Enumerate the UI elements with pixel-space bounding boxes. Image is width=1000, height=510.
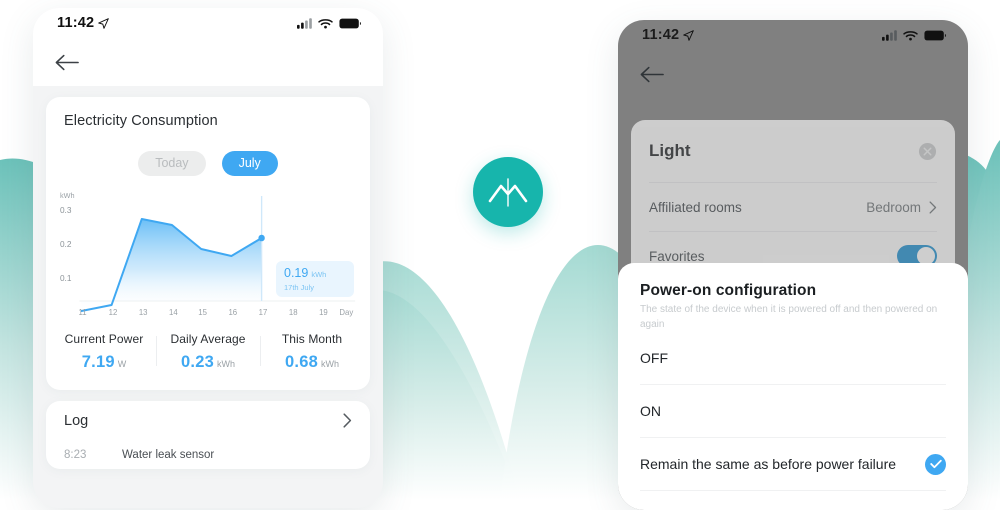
energy-stats-row: Current Power 7.19 W Daily Average 0.23 … xyxy=(46,332,370,390)
stat-value: 0.68 xyxy=(285,352,318,371)
svg-text:13: 13 xyxy=(139,307,148,316)
log-list-item[interactable]: 8:23 Water leak sensor xyxy=(64,441,352,469)
sheet-option-label: Remain the same as before power failure xyxy=(640,456,897,472)
svg-text:Day: Day xyxy=(339,307,353,316)
consumption-chart[interactable]: kWh 0.3 0.2 0.1 11 12 13 14 15 16 17 18 … xyxy=(46,188,370,318)
chart-tooltip-date: 17th July xyxy=(284,283,315,292)
stat-value: 0.23 xyxy=(181,352,214,371)
svg-text:18: 18 xyxy=(289,307,298,316)
back-arrow-icon[interactable] xyxy=(640,66,664,83)
stat-unit: kWh xyxy=(216,358,235,369)
location-arrow-icon xyxy=(683,29,695,41)
location-arrow-icon xyxy=(98,17,110,29)
stat-current-power: Current Power 7.19 W xyxy=(52,332,156,372)
log-title: Log xyxy=(64,412,89,429)
stat-value-row: 7.19 W xyxy=(52,353,156,372)
sheet-subtitle: The state of the device when it is power… xyxy=(640,304,938,330)
wifi-icon xyxy=(903,30,918,41)
mountain-logo-icon xyxy=(488,178,528,207)
close-circle-icon[interactable] xyxy=(918,142,937,161)
power-on-configuration-sheet: Power-on configuration The state of the … xyxy=(618,263,968,510)
log-item-time: 8:23 xyxy=(64,448,87,461)
right-navbar xyxy=(618,50,968,98)
stat-daily-average: Daily Average 0.23 kWh xyxy=(156,332,260,372)
svg-text:15: 15 xyxy=(198,307,207,316)
chart-tooltip-unit: kWh xyxy=(311,270,327,279)
battery-full-icon xyxy=(924,30,946,40)
phone-right: 11:42 Light Affiliated rooms Bedroom Fav… xyxy=(618,20,968,510)
range-pill-today[interactable]: Today xyxy=(138,151,206,176)
chart-tooltip-value: 0.19 xyxy=(284,266,309,280)
sheet-title: Power-on configuration xyxy=(640,282,817,299)
sheet-option-label: OFF xyxy=(640,350,668,366)
electricity-consumption-card: Electricity Consumption Today July kWh 0… xyxy=(46,97,370,390)
stat-value-row: 0.23 kWh xyxy=(156,353,260,372)
chevron-right-icon[interactable] xyxy=(343,413,352,428)
stat-unit: W xyxy=(117,358,127,369)
svg-text:12: 12 xyxy=(109,307,118,316)
row-value-group: Bedroom xyxy=(866,200,937,215)
right-status-time: 11:42 xyxy=(642,27,680,43)
chart-tooltip: 0.19 kWh 17th July xyxy=(276,261,354,297)
stat-value-row: 0.68 kWh xyxy=(260,353,364,372)
svg-text:0.2: 0.2 xyxy=(60,238,72,248)
left-status-bar: 11:42 xyxy=(33,8,383,38)
sheet-option-off[interactable]: OFF xyxy=(640,332,946,385)
phone-left: 11:42 Electricity Consumption Today July… xyxy=(33,8,383,508)
back-arrow-icon[interactable] xyxy=(55,54,79,71)
stat-label: Current Power xyxy=(64,331,144,346)
right-status-time-group: 11:42 xyxy=(642,27,695,43)
check-circle-icon xyxy=(925,453,946,475)
chart-tooltip-value-row: 0.19 kWh xyxy=(284,266,346,280)
svg-text:14: 14 xyxy=(169,307,178,316)
stat-unit: kWh xyxy=(320,358,339,369)
log-card[interactable]: Log 8:23 Water leak sensor xyxy=(46,400,370,469)
stat-this-month: This Month 0.68 kWh xyxy=(260,332,364,372)
svg-text:0.1: 0.1 xyxy=(60,272,72,282)
battery-full-icon xyxy=(339,18,361,28)
right-status-bar: 11:42 xyxy=(618,20,968,50)
brand-logo-badge xyxy=(473,157,543,227)
device-settings-card: Light Affiliated rooms Bedroom Favorites xyxy=(631,120,955,280)
cellular-signal-icon xyxy=(882,29,897,41)
stat-label: Daily Average xyxy=(170,331,246,346)
row-label: Affiliated rooms xyxy=(649,199,742,215)
range-pill-july[interactable]: July xyxy=(221,151,278,176)
device-name: Light xyxy=(649,141,691,160)
chevron-right-icon[interactable] xyxy=(929,200,937,214)
right-status-icons xyxy=(882,29,946,41)
svg-text:16: 16 xyxy=(228,307,237,316)
svg-text:19: 19 xyxy=(319,307,328,316)
svg-text:17: 17 xyxy=(259,307,268,316)
row-label: Favorites xyxy=(649,248,705,264)
stat-label: This Month xyxy=(281,331,343,346)
sheet-option-remain-same[interactable]: Remain the same as before power failure xyxy=(640,438,946,491)
sheet-option-label: ON xyxy=(640,403,661,419)
left-status-time: 11:42 xyxy=(57,15,95,31)
left-status-time-group: 11:42 xyxy=(57,15,110,31)
left-status-icons xyxy=(297,17,361,29)
row-value: Bedroom xyxy=(866,199,921,215)
svg-text:0.3: 0.3 xyxy=(60,204,72,214)
svg-text:kWh: kWh xyxy=(60,190,75,199)
wifi-icon xyxy=(318,18,333,29)
log-item-text: Water leak sensor xyxy=(122,448,215,461)
row-affiliated-rooms[interactable]: Affiliated rooms Bedroom xyxy=(649,182,937,231)
stat-value: 7.19 xyxy=(81,352,115,371)
right-phone-content: 11:42 Light Affiliated rooms Bedroom Fav… xyxy=(618,20,968,280)
sheet-option-on[interactable]: ON xyxy=(640,385,946,438)
left-navbar xyxy=(33,38,383,86)
range-pill-group: Today July xyxy=(46,151,370,176)
device-card-header: Light xyxy=(649,120,937,182)
consumption-chart-svg: kWh 0.3 0.2 0.1 11 12 13 14 15 16 17 18 … xyxy=(60,190,356,317)
cellular-signal-icon xyxy=(297,17,312,29)
log-card-header[interactable]: Log xyxy=(64,401,352,441)
energy-card-title: Electricity Consumption xyxy=(64,113,218,129)
svg-text:11: 11 xyxy=(78,307,86,316)
